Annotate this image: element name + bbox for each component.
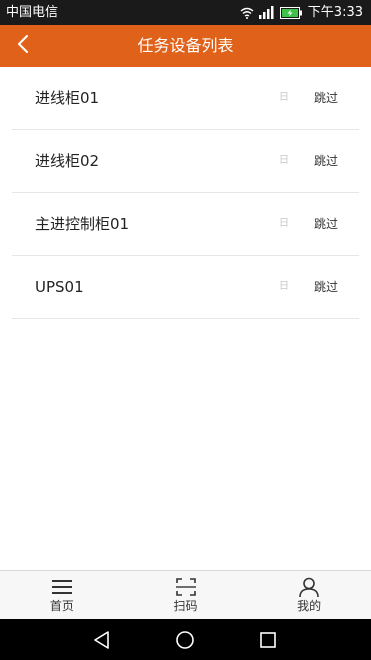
- bottom-tab-bar: 首页 扫码 我的: [0, 570, 371, 619]
- tab-label: 扫码: [173, 599, 198, 613]
- carrier-name: 中国电信: [6, 5, 59, 20]
- battery-charging-icon: [279, 6, 302, 19]
- user-icon: [298, 577, 320, 598]
- status-bar: 中国电信 下午3:33: [0, 0, 371, 25]
- nav-home-icon[interactable]: [174, 629, 196, 651]
- device-name: UPS01: [35, 278, 84, 296]
- list-item[interactable]: 进线柜02 日 跳过: [12, 130, 359, 193]
- tab-home[interactable]: 首页: [0, 571, 124, 619]
- device-name: 进线柜02: [35, 152, 100, 170]
- system-nav-bar: [0, 619, 371, 660]
- back-button[interactable]: [8, 31, 38, 61]
- list-item[interactable]: UPS01 日 跳过: [12, 256, 359, 319]
- device-status: 日: [279, 281, 289, 292]
- chevron-left-icon: [16, 34, 30, 58]
- skip-button[interactable]: 跳过: [306, 67, 346, 129]
- status-indicators: 下午3:33: [235, 4, 363, 21]
- scan-icon: [175, 577, 197, 597]
- list-item[interactable]: 进线柜01 日 跳过: [12, 67, 359, 130]
- tab-scan[interactable]: 扫码: [124, 571, 248, 619]
- nav-recents-icon[interactable]: [257, 629, 279, 651]
- nav-back-icon[interactable]: [91, 629, 113, 651]
- tab-profile[interactable]: 我的: [247, 571, 371, 619]
- cellular-signal-icon: [258, 6, 275, 19]
- list-item[interactable]: 主进控制柜01 日 跳过: [12, 193, 359, 256]
- tab-label: 首页: [49, 599, 74, 613]
- device-list: 进线柜01 日 跳过 进线柜02 日 跳过 主进控制柜01 日 跳过 UPS01…: [0, 67, 371, 319]
- device-status: 日: [279, 218, 289, 229]
- skip-button[interactable]: 跳过: [306, 193, 346, 255]
- device-name: 主进控制柜01: [35, 215, 130, 233]
- clock: 下午3:33: [307, 5, 363, 20]
- skip-button[interactable]: 跳过: [306, 130, 346, 192]
- device-status: 日: [279, 92, 289, 103]
- menu-icon: [51, 577, 73, 597]
- tab-label: 我的: [297, 599, 322, 613]
- device-name: 进线柜01: [35, 89, 100, 107]
- page-title: 任务设备列表: [137, 36, 234, 55]
- skip-button[interactable]: 跳过: [306, 256, 346, 318]
- wifi-icon: [240, 7, 254, 19]
- app-header: 任务设备列表: [0, 25, 371, 67]
- device-status: 日: [279, 155, 289, 166]
